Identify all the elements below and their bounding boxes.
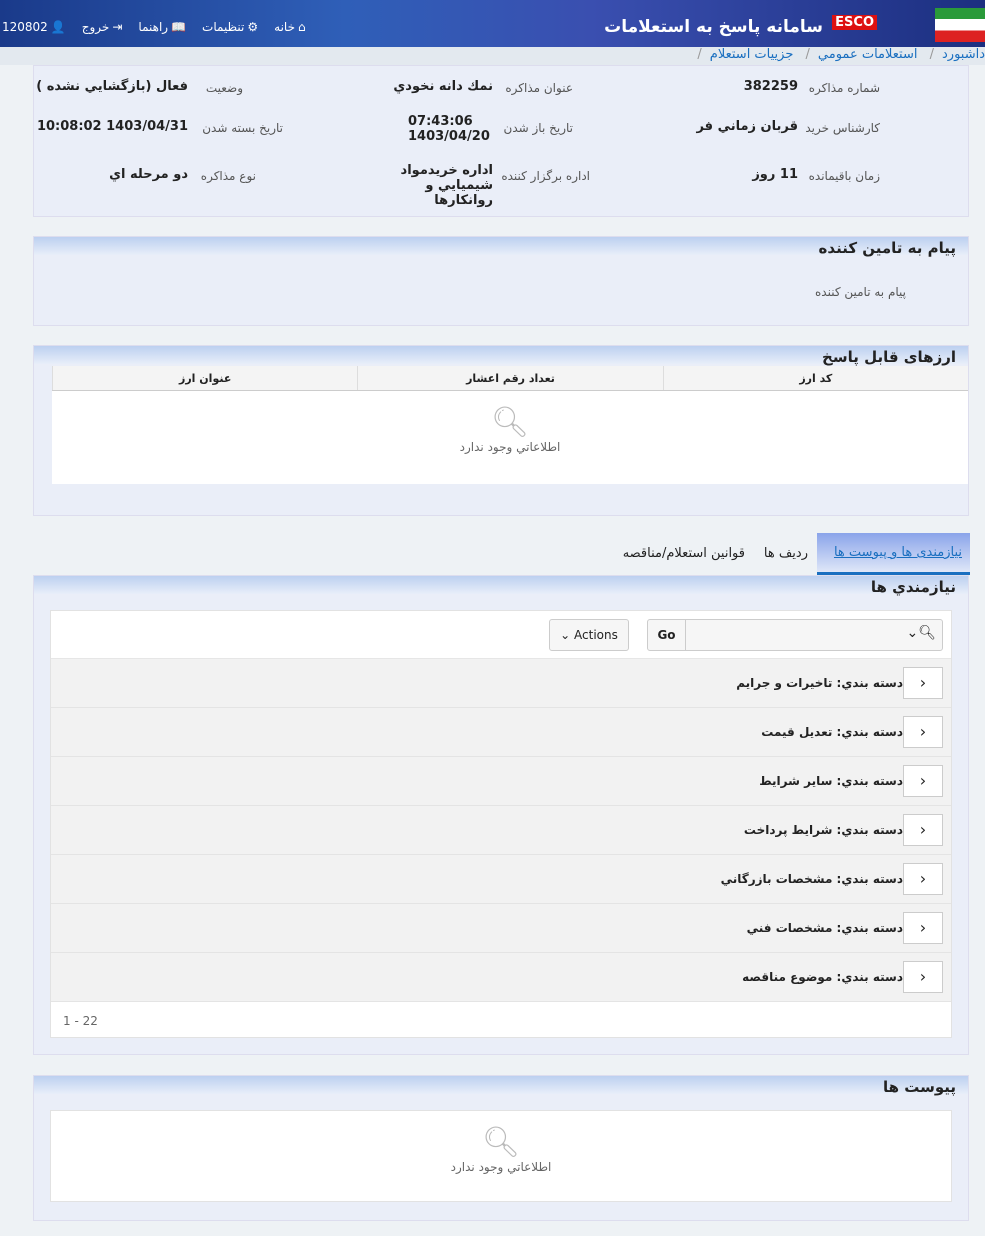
tab-bar: نيازمندی ها و پیوست ها رديف ها قوانين اس… xyxy=(600,533,970,575)
row-label: دسته بندي: شرايط پرداخت xyxy=(743,823,903,837)
actions-label: Actions xyxy=(574,628,618,642)
column-header[interactable]: تعداد رقم اعشار xyxy=(357,366,662,390)
info-label: تاريخ باز شدن xyxy=(503,121,573,135)
list-item[interactable]: ‹ دسته بندي: شرايط پرداخت xyxy=(51,806,951,855)
search-icon: 🔍︎ xyxy=(481,1125,521,1160)
chevron-left-icon[interactable]: ‹ xyxy=(903,961,943,993)
breadcrumb-dashboard[interactable]: داشبورد xyxy=(942,47,985,62)
nav-user[interactable]: 120802 👤 xyxy=(2,20,66,34)
column-header[interactable]: کد ارز xyxy=(662,366,968,390)
info-value: فعال (بازگشايي نشده ) xyxy=(36,79,188,94)
currencies-panel: ارزهای قابل پاسخ کد ارز تعداد رقم اعشار … xyxy=(33,345,969,516)
chevron-left-icon[interactable]: ‹ xyxy=(903,814,943,846)
list-item[interactable]: ‹ دسته بندي: تعديل قيمت xyxy=(51,708,951,757)
nav-home[interactable]: خانه ⌂ xyxy=(274,20,305,34)
currencies-table: کد ارز تعداد رقم اعشار عنوان ارز 🔍︎ اطلاع… xyxy=(52,366,968,484)
home-icon: ⌂ xyxy=(298,20,306,34)
info-value: 07:43:06 1403/04/20 xyxy=(408,114,490,144)
info-label: شماره مذاکره xyxy=(808,81,880,95)
list-item[interactable]: ‹ دسته بندي: ساير شرايط xyxy=(51,757,951,806)
info-value: نمك دانه نخودي xyxy=(393,79,493,94)
chevron-left-icon[interactable]: ‹ xyxy=(903,863,943,895)
row-label: دسته بندي: مشخصات فني xyxy=(746,921,903,935)
nav-logout[interactable]: خروج ⇥ xyxy=(82,20,123,34)
list-item[interactable]: ‹ دسته بندي: مشخصات بازرگاني xyxy=(51,855,951,904)
info-label: اداره برگزار کننده xyxy=(501,169,590,183)
tab-rules[interactable]: قوانين استعلام/مناقصه xyxy=(623,546,745,561)
requirements-grid: ⌄🔍︎ Go ⌄ Actions ‹ دسته بندي: تاخيرات و ج… xyxy=(50,610,952,1038)
search-input[interactable]: ⌄🔍︎ Go xyxy=(647,619,943,651)
empty-message: اطلاعاتي وجود ندارد xyxy=(459,440,561,454)
go-button[interactable]: Go xyxy=(648,620,686,650)
info-label: عنوان مذاکره xyxy=(505,81,573,95)
chevron-left-icon[interactable]: ‹ xyxy=(903,912,943,944)
row-label: دسته بندي: ساير شرايط xyxy=(759,774,903,788)
chevron-left-icon[interactable]: ‹ xyxy=(903,667,943,699)
app-header: ESCO سامانه پاسخ به استعلامات 120802 👤 خر… xyxy=(0,0,985,47)
info-label: زمان باقيمانده xyxy=(808,169,880,183)
info-value: 382259 xyxy=(743,79,798,94)
requirements-panel: نيازمندي ها ⌄🔍︎ Go ⌄ Actions ‹ دسته بندي:… xyxy=(33,575,969,1055)
attachments-panel: پيوست ها 🔍︎ اطلاعاتي وجود ندارد xyxy=(33,1075,969,1221)
row-label: دسته بندي: تعديل قيمت xyxy=(761,725,903,739)
panel-title: ارزهای قابل پاسخ xyxy=(34,346,968,366)
user-icon: 👤 xyxy=(50,20,66,34)
nav-help[interactable]: راهنما 📖 xyxy=(138,20,186,34)
panel-title: پيام به تامين کننده xyxy=(34,237,968,257)
list-item[interactable]: ‹ دسته بندي: موضوع مناقصه xyxy=(51,953,951,1002)
empty-message: اطلاعاتي وجود ندارد xyxy=(450,1160,552,1174)
column-header[interactable]: عنوان ارز xyxy=(52,366,357,390)
info-value: دو مرحله اي xyxy=(109,167,188,182)
list-item[interactable]: ‹ دسته بندي: تاخيرات و جرايم xyxy=(51,659,951,708)
message-label: پيام به تامين کننده xyxy=(815,285,906,299)
breadcrumb: داشبورد/ استعلامات عمومي/ جزييات استعلام… xyxy=(0,47,985,65)
row-label: دسته بندي: موضوع مناقصه xyxy=(742,970,903,984)
info-label: نوع مذاکره xyxy=(200,169,256,183)
gear-icon: ⚙ xyxy=(247,20,259,34)
breadcrumb-details[interactable]: جزييات استعلام xyxy=(710,47,794,62)
list-item[interactable]: ‹ دسته بندي: مشخصات فني xyxy=(51,904,951,953)
info-value: اداره خريدمواد شيميايي و روانكارها xyxy=(400,163,493,208)
top-nav: 120802 👤 خروج ⇥ راهنما 📖 تنظيمات ⚙ خانه ⌂ xyxy=(2,20,306,34)
brand-logo: ESCO xyxy=(832,15,877,30)
toolbar: ⌄🔍︎ Go ⌄ Actions xyxy=(51,611,951,659)
logo xyxy=(935,8,985,42)
chevron-left-icon[interactable]: ‹ xyxy=(903,716,943,748)
panel-title: نيازمندي ها xyxy=(34,576,968,596)
info-label: وضعيت xyxy=(205,81,243,95)
tab-requirements[interactable]: نيازمندی ها و پیوست ها xyxy=(817,533,970,575)
chevron-left-icon[interactable]: ‹ xyxy=(903,765,943,797)
actions-button[interactable]: ⌄ Actions xyxy=(549,619,629,651)
book-icon: 📖 xyxy=(171,20,187,34)
nav-settings[interactable]: تنظيمات ⚙ xyxy=(202,20,258,34)
row-label: دسته بندي: مشخصات بازرگاني xyxy=(720,872,903,886)
breadcrumb-public[interactable]: استعلامات عمومي xyxy=(818,47,918,62)
search-icon[interactable]: ⌄🔍︎ xyxy=(906,625,936,641)
info-label: تاريخ بسته شدن xyxy=(202,121,283,135)
info-value: 11 روز xyxy=(752,167,798,182)
inquiry-info-panel: شماره مذاکره 382259 عنوان مذاکره نمك دان… xyxy=(33,65,969,217)
row-label: دسته بندي: تاخيرات و جرايم xyxy=(736,676,903,690)
logout-icon: ⇥ xyxy=(112,20,123,34)
search-icon: 🔍︎ xyxy=(490,405,530,440)
attachments-list: 🔍︎ اطلاعاتي وجود ندارد xyxy=(50,1110,952,1202)
tab-rows[interactable]: رديف ها xyxy=(764,546,808,561)
panel-title: پيوست ها xyxy=(34,1076,968,1096)
pagination: 1 - 22 xyxy=(63,1014,98,1028)
supplier-message-panel: پيام به تامين کننده پيام به تامين کننده xyxy=(33,236,969,326)
info-label: کارشناس خريد xyxy=(805,121,880,135)
app-title: سامانه پاسخ به استعلامات xyxy=(604,17,823,37)
info-value: 1403/04/31 10:08:02 xyxy=(36,119,188,134)
info-value: قربان زماني فر xyxy=(696,119,798,134)
